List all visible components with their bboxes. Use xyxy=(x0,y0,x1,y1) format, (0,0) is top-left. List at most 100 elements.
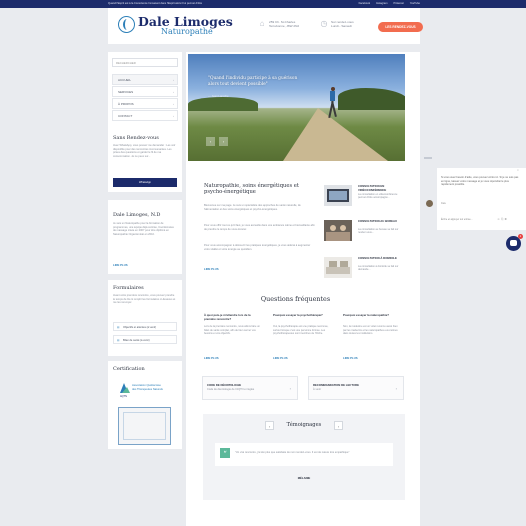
ref-title: CODE DE DÉONTOLOGIE xyxy=(207,383,242,387)
form-health-button[interactable]: ▤ Bilan de santé (à venir) xyxy=(113,335,177,344)
brand-subtitle: Naturopathe xyxy=(161,27,213,36)
about-read-more-link[interactable]: LIRE PLUS xyxy=(113,263,128,267)
address-block: 259 Ch. St-Charles Terrebonne, J6W 2N2 xyxy=(269,20,299,29)
hero-slider: "Quand l'individu participe à sa guériso… xyxy=(188,54,405,161)
testimonial-text: "Un vrai rencontre, j'ai été plus que sa… xyxy=(235,451,350,454)
chevron-right-icon: › xyxy=(289,386,291,391)
svg-text:AQTN: AQTN xyxy=(120,395,127,398)
sidebar-nav-card: RECHERCHER ACCUEIL › SERVICES › À PROPOS › … xyxy=(108,52,182,130)
form-button-label: Objectifs et attentes (à venir) xyxy=(123,326,157,329)
aqtn-logo[interactable]: Association Québécoise des Thérapeutes N… xyxy=(117,380,171,398)
hero-next-button[interactable]: › xyxy=(219,137,228,146)
consultation-text: La consultation à domicile se fait sur d… xyxy=(358,265,399,272)
top-bar: Quand l'Esprit est à la Conscience Imman… xyxy=(0,0,526,8)
intro-title: Naturopathie, soins énergétiques et psyc… xyxy=(204,183,299,196)
chevron-right-icon: › xyxy=(173,90,174,94)
certificate-image[interactable] xyxy=(118,407,171,445)
main-content: "Quand l'individu participe à sa guériso… xyxy=(186,52,420,526)
chat-author: Dale xyxy=(441,202,446,205)
certification-title: Certification xyxy=(113,366,145,372)
about-card: Dale Limoges, N.D Je suis un Naturopathe… xyxy=(108,200,182,274)
ref-title: RECOMMANDATION DE LECTURE xyxy=(313,383,359,387)
chat-tab[interactable] xyxy=(424,157,432,159)
pinterest-link[interactable]: Pinterest xyxy=(394,0,404,8)
chat-tools: ☺⎘➤ xyxy=(497,217,508,221)
home-icon: ⌂ xyxy=(259,19,265,28)
hero-trees xyxy=(188,97,258,111)
form-objectives-button[interactable]: ▤ Objectifs et attentes (à venir) xyxy=(113,322,177,331)
instagram-link[interactable]: Instagram xyxy=(376,0,388,8)
close-icon[interactable]: × xyxy=(517,168,519,172)
menu-item-a-propos[interactable]: À PROPOS › xyxy=(112,98,178,109)
chevron-right-icon: › xyxy=(395,386,397,391)
consultation-title[interactable]: CONSULTATION EN VIDÉOCONFÉRENCE xyxy=(358,184,404,192)
faq-read-more-link[interactable]: LIRE PLUS xyxy=(273,356,288,360)
consultation-title[interactable]: CONSULTATION À DOMICILE xyxy=(358,256,404,261)
intro-paragraph: Pour vous offrir tout ce qu'il faut, je … xyxy=(204,224,315,231)
facebook-link[interactable]: Facebook xyxy=(359,0,370,8)
menu-item-label: SERVICES xyxy=(118,90,134,94)
social-links: Facebook Instagram Pinterest YouTube xyxy=(359,0,420,8)
whatsapp-button[interactable]: WhatsApp xyxy=(113,178,177,187)
ethics-code-link[interactable]: CODE DE DÉONTOLOGIE Code de déontologie … xyxy=(202,376,298,400)
chevron-right-icon: › xyxy=(173,114,174,118)
chat-input[interactable]: Écrire et appuyer sur entrée... xyxy=(441,218,496,221)
hero-quote: "Quand l'individu participe à sa guériso… xyxy=(208,76,298,87)
faq-title: Questions fréquentes xyxy=(260,295,331,303)
faq-question: Pourquoi essayer la psychothérapie? xyxy=(273,313,323,317)
menu-item-label: À PROPOS xyxy=(118,102,134,106)
faq-read-more-link[interactable]: LIRE PLUS xyxy=(343,356,358,360)
about-title: Dale Limoges, N.D xyxy=(113,212,161,218)
intro-read-more-link[interactable]: LIRE PLUS xyxy=(204,267,219,271)
menu-item-label: CONTACT xyxy=(118,114,133,118)
notification-badge: 1 xyxy=(518,234,523,239)
ref-subtitle: Code de déontologie de l'AQTN et règles xyxy=(207,388,255,391)
city-line: Terrebonne, J6W 2N2 xyxy=(269,24,300,29)
forms-title: Formulaires xyxy=(113,285,144,291)
forms-text: Avant votre première rencontre, vous pou… xyxy=(113,294,176,305)
forms-card: Formulaires Avant votre première rencont… xyxy=(108,280,182,356)
svg-text:Association Québécoise: Association Québécoise xyxy=(132,383,161,387)
about-text: Je suis un Naturopathe pour la formation… xyxy=(113,222,174,237)
menu-item-accueil[interactable]: ACCUEIL › xyxy=(112,74,178,85)
appointment-card: Sans Rendez-vous Avec WhatsApp, vous pou… xyxy=(108,130,182,192)
hero-trees xyxy=(338,88,405,110)
consultation-text: La consultation au bureau se fait sur re… xyxy=(358,228,399,235)
send-icon[interactable]: ➤ xyxy=(504,217,508,221)
faq-read-more-link[interactable]: LIRE PLUS xyxy=(204,356,219,360)
avatar xyxy=(426,200,433,207)
form-button-label: Bilan de santé (à venir) xyxy=(123,339,150,342)
chat-message: Si vous avez besoin d'aide, vous pouvez … xyxy=(441,176,519,187)
clock-icon: ◷ xyxy=(320,19,328,28)
menu-item-contact[interactable]: CONTACT › xyxy=(112,110,178,121)
ref-subtitle: À venir xyxy=(313,388,322,391)
testimonial-next-button[interactable]: › xyxy=(334,421,343,430)
hours-block: Sur rendez-vous Lundi - Samedi xyxy=(331,20,354,29)
hero-prev-button[interactable]: ‹ xyxy=(206,137,215,146)
reading-recommendation-link[interactable]: RECOMMANDATION DE LECTURE À venir › xyxy=(308,376,404,400)
faq-question: Pourquoi essayer la naturopathie? xyxy=(343,313,390,317)
testimonial-card: “ "Un vrai rencontre, j'ai été plus que … xyxy=(215,443,393,466)
logo-icon[interactable] xyxy=(118,16,135,33)
menu-item-services[interactable]: SERVICES › xyxy=(112,86,178,97)
home-consultation-image[interactable] xyxy=(324,257,352,278)
chat-widget: × Si vous avez besoin d'aide, vous pouve… xyxy=(426,168,526,230)
testimonials-title: Témoignages xyxy=(286,422,322,428)
faq-answer: Non, la médecine est un volet reconnu au… xyxy=(343,325,398,336)
quote-icon: “ xyxy=(220,448,230,458)
faq-answer: Lors de la première rencontre, nous allo… xyxy=(204,325,260,336)
chevron-right-icon: › xyxy=(173,78,174,82)
youtube-link[interactable]: YouTube xyxy=(410,0,420,8)
consultation-title[interactable]: CONSULTATION AU BUREAU xyxy=(358,219,404,224)
office-consultation-image[interactable] xyxy=(324,220,352,241)
hours-line: Lundi - Samedi xyxy=(331,24,352,29)
menu-item-label: ACCUEIL xyxy=(118,78,132,82)
intro-paragraph: Bienvenue sur ma page. Je suis un spécia… xyxy=(204,204,301,211)
video-consultation-image[interactable] xyxy=(324,185,352,206)
top-bar-message: Quand l'Esprit est à la Conscience Imman… xyxy=(108,2,203,5)
search-input[interactable]: RECHERCHER xyxy=(112,58,178,67)
document-icon: ▤ xyxy=(117,339,120,342)
appointment-text: Avec WhatsApp, vous pouvez me demander :… xyxy=(113,144,176,159)
svg-text:des Thérapeutes Naturels: des Thérapeutes Naturels xyxy=(132,387,164,391)
appointment-button[interactable]: LES RENDEZ-VOUS xyxy=(378,22,423,32)
